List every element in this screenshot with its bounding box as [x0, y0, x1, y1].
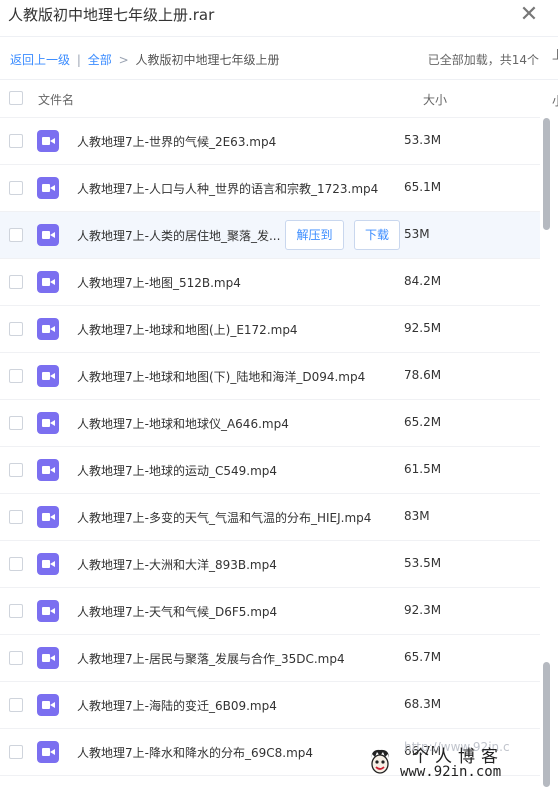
extract-button[interactable]: 解压到 — [285, 220, 344, 250]
column-header-name: 文件名 — [38, 93, 75, 107]
file-size: 92.3M — [404, 603, 442, 617]
video-file-icon — [37, 130, 59, 152]
file-size: 61.5M — [404, 462, 442, 476]
dialog-title: 人教版初中地理七年级上册.rar — [8, 6, 215, 24]
file-name[interactable]: 人教地理7上-降水和降水的分布_69C8.mp4 — [77, 744, 313, 761]
breadcrumb-divider: | — [76, 53, 81, 67]
file-row[interactable]: 人教地理7上-地球和地图(上)_E172.mp4 92.5M — [0, 306, 540, 353]
breadcrumb: 返回上一级 | 全部 > 人教版初中地理七年级上册 — [10, 51, 279, 68]
file-name[interactable]: 人教地理7上-地球和地球仪_A646.mp4 — [77, 415, 289, 432]
file-size: 65.1M — [404, 180, 442, 194]
video-file-icon — [37, 412, 59, 434]
file-name[interactable]: 人教地理7上-天气和气候_D6F5.mp4 — [77, 603, 277, 620]
video-file-icon — [37, 318, 59, 340]
breadcrumb-bar: 返回上一级 | 全部 > 人教版初中地理七年级上册 已全部加载，共14个 — [0, 36, 558, 80]
breadcrumb-current: 人教版初中地理七年级上册 — [135, 53, 280, 67]
file-row[interactable]: 人教地理7上-地球和地球仪_A646.mp4 65.2M — [0, 400, 540, 447]
row-checkbox[interactable] — [9, 228, 23, 242]
blog-watermark: 个人博客 www.92in.com — [364, 740, 542, 784]
watermark-url: www.92in.com — [400, 764, 502, 780]
file-row[interactable]: 人教地理7上-居民与聚落_发展与合作_35DC.mp4 65.7M — [0, 635, 540, 682]
file-row[interactable]: 人教地理7上-地球和地图(下)_陆地和海洋_D094.mp4 78.6M — [0, 353, 540, 400]
file-size: 65.7M — [404, 650, 442, 664]
row-checkbox[interactable] — [9, 745, 23, 759]
back-link[interactable]: 返回上一级 — [10, 53, 70, 67]
cartoon-face-icon — [371, 749, 389, 774]
breadcrumb-separator: > — [118, 53, 129, 67]
file-row[interactable]: 人教地理7上-大洲和大洋_893B.mp4 53.5M — [0, 541, 540, 588]
file-row[interactable]: 人教地理7上-多变的天气_气温和气温的分布_HIEJ.mp4 83M — [0, 494, 540, 541]
video-file-icon — [37, 741, 59, 763]
row-checkbox[interactable] — [9, 275, 23, 289]
video-file-icon — [37, 600, 59, 622]
download-button[interactable]: 下载 — [354, 220, 400, 250]
row-checkbox[interactable] — [9, 463, 23, 477]
row-checkbox[interactable] — [9, 604, 23, 618]
video-file-icon — [37, 553, 59, 575]
scrollbar-thumb-outer[interactable] — [543, 662, 550, 787]
file-size: 78.6M — [404, 368, 442, 382]
close-icon[interactable]: ✕ — [518, 2, 540, 28]
file-size: 68.3M — [404, 697, 442, 711]
background-text-fragment-2: 小 — [552, 92, 558, 109]
table-header: 文件名 大小 — [0, 80, 540, 118]
scrollbar-thumb[interactable] — [543, 118, 550, 230]
file-name[interactable]: 人教地理7上-地球和地图(上)_E172.mp4 — [77, 321, 298, 338]
file-name[interactable]: 人教地理7上-多变的天气_气温和气温的分布_HIEJ.mp4 — [77, 509, 371, 526]
row-checkbox[interactable] — [9, 510, 23, 524]
select-all-checkbox[interactable] — [9, 91, 23, 105]
all-link[interactable]: 全部 — [88, 53, 112, 67]
video-file-icon — [37, 694, 59, 716]
file-name[interactable]: 人教地理7上-地球的运动_C549.mp4 — [77, 462, 277, 479]
file-name[interactable]: 人教地理7上-地图_512B.mp4 — [77, 274, 241, 291]
file-name[interactable]: 人教地理7上-世界的气候_2E63.mp4 — [77, 133, 276, 150]
file-name[interactable]: 人教地理7上-地球和地图(下)_陆地和海洋_D094.mp4 — [77, 368, 365, 385]
row-checkbox[interactable] — [9, 416, 23, 430]
file-row-hovered[interactable]: 人教地理7上-人类的居住地_聚落_发... 解压到 下载 53M — [0, 212, 540, 259]
video-file-icon — [37, 647, 59, 669]
file-row[interactable]: 人教地理7上-地图_512B.mp4 84.2M — [0, 259, 540, 306]
row-checkbox[interactable] — [9, 134, 23, 148]
file-row[interactable]: 人教地理7上-海陆的变迁_6B09.mp4 68.3M — [0, 682, 540, 729]
column-header-size: 大小 — [423, 93, 448, 107]
file-size: 65.2M — [404, 415, 442, 429]
video-file-icon — [37, 365, 59, 387]
file-name[interactable]: 人教地理7上-人类的居住地_聚落_发... — [77, 227, 280, 244]
row-checkbox[interactable] — [9, 557, 23, 571]
load-status: 已全部加载，共14个 — [427, 53, 539, 67]
row-checkbox[interactable] — [9, 322, 23, 336]
file-size: 84.2M — [404, 274, 442, 288]
dialog-titlebar: 人教版初中地理七年级上册.rar ✕ — [0, 0, 558, 32]
file-size: 83M — [404, 509, 430, 523]
video-file-icon — [37, 459, 59, 481]
scrollbar[interactable] — [541, 118, 551, 787]
video-file-icon — [37, 224, 59, 246]
file-row[interactable]: 人教地理7上-人口与人种_世界的语言和宗教_1723.mp4 65.1M — [0, 165, 540, 212]
file-row[interactable]: 人教地理7上-天气和气候_D6F5.mp4 92.3M — [0, 588, 540, 635]
file-name[interactable]: 人教地理7上-人口与人种_世界的语言和宗教_1723.mp4 — [77, 180, 378, 197]
row-checkbox[interactable] — [9, 698, 23, 712]
row-checkbox[interactable] — [9, 181, 23, 195]
file-name[interactable]: 人教地理7上-居民与聚落_发展与合作_35DC.mp4 — [77, 650, 345, 667]
file-size: 53M — [404, 227, 430, 241]
file-size: 92.5M — [404, 321, 442, 335]
file-row[interactable]: 人教地理7上-地球的运动_C549.mp4 61.5M — [0, 447, 540, 494]
file-name[interactable]: 人教地理7上-海陆的变迁_6B09.mp4 — [77, 697, 277, 714]
video-file-icon — [37, 177, 59, 199]
video-file-icon — [37, 506, 59, 528]
background-text-fragment: 上 — [552, 46, 558, 63]
row-checkbox[interactable] — [9, 369, 23, 383]
file-size: 53.3M — [404, 133, 442, 147]
file-name[interactable]: 人教地理7上-大洲和大洋_893B.mp4 — [77, 556, 277, 573]
file-list: 人教地理7上-世界的气候_2E63.mp4 53.3M 人教地理7上-人口与人种… — [0, 118, 540, 776]
file-row[interactable]: 人教地理7上-世界的气候_2E63.mp4 53.3M — [0, 118, 540, 165]
video-file-icon — [37, 271, 59, 293]
file-size: 53.5M — [404, 556, 442, 570]
row-checkbox[interactable] — [9, 651, 23, 665]
